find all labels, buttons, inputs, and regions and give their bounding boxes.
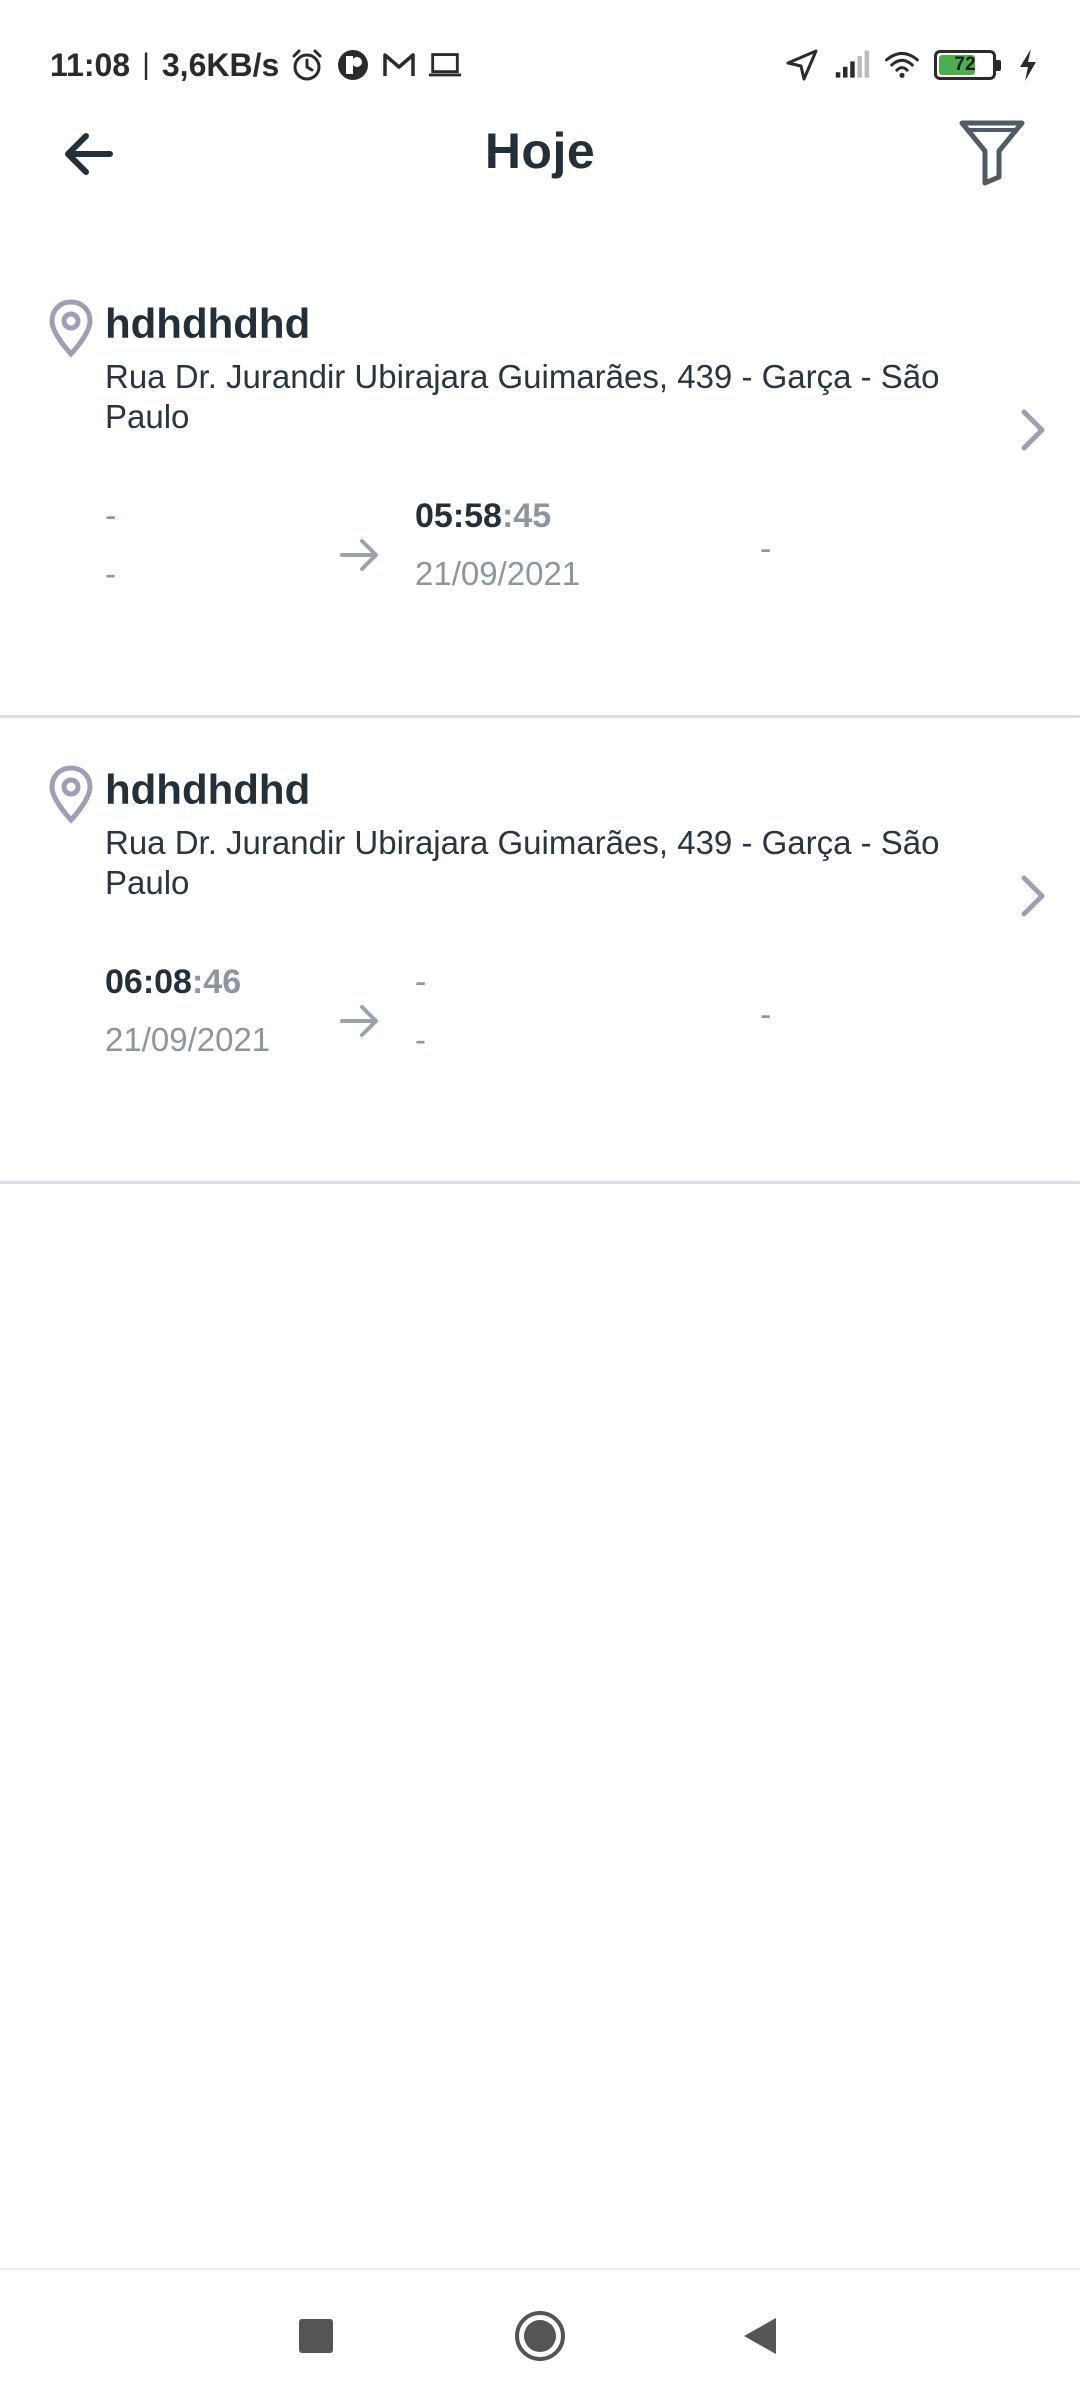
- end-date: 21/09/2021: [415, 555, 581, 592]
- home-circle-icon: [515, 2311, 565, 2361]
- app-notification-icon: [335, 47, 371, 83]
- filter-button[interactable]: [950, 110, 1034, 194]
- divider: [0, 1181, 1080, 1184]
- end-time: 05:58:45 21/09/2021: [415, 492, 635, 598]
- system-nav-bar: [0, 2268, 1080, 2402]
- start-time: - -: [105, 492, 325, 598]
- status-right: 72: [784, 42, 1046, 88]
- start-time-value: -: [105, 492, 325, 540]
- page-title: Hoje: [484, 123, 596, 179]
- recents-button[interactable]: [278, 2298, 354, 2374]
- signal-icon: [834, 47, 870, 83]
- nav-back-button[interactable]: [722, 2298, 798, 2374]
- end-date-value: -: [415, 1016, 635, 1064]
- chevron-right-icon: [1021, 409, 1045, 451]
- wifi-icon: [884, 47, 920, 83]
- record-card[interactable]: hdhdhdhd Rua Dr. Jurandir Ubirajara Guim…: [0, 252, 1080, 718]
- back-triangle-icon: [744, 2318, 776, 2354]
- status-time: 11:08: [50, 46, 131, 83]
- network-speed: 3,6KB/s: [161, 46, 280, 83]
- arrow-right-icon: [340, 1005, 378, 1037]
- start-time-sec: :46: [191, 963, 242, 1001]
- recents-square-icon: [299, 2319, 333, 2353]
- location-pin-icon: [49, 765, 93, 824]
- end-time-hm: 05:58: [415, 497, 502, 535]
- app-bar: Hoje: [0, 100, 1080, 200]
- alarm-icon: [289, 47, 325, 83]
- start-time-hm: 06:08: [105, 963, 192, 1001]
- gmail-icon: [381, 47, 417, 83]
- end-time-empty: -: [415, 963, 427, 1001]
- location-arrow-icon: [784, 47, 820, 83]
- end-time-value: -: [415, 958, 635, 1006]
- duration-value: -: [760, 996, 772, 1034]
- battery-tip: [996, 60, 1001, 71]
- arrow-right-icon: [340, 539, 378, 571]
- end-time-sec: :45: [501, 497, 552, 535]
- record-title: hdhdhdhd: [105, 300, 311, 347]
- start-time: 06:08:46 21/09/2021: [105, 958, 325, 1064]
- location-pin-icon: [49, 299, 93, 358]
- start-time-value: 06:08:46: [105, 958, 325, 1006]
- home-button[interactable]: [502, 2298, 578, 2374]
- start-date: 21/09/2021: [105, 1021, 271, 1058]
- charging-bolt-icon: [1010, 47, 1046, 83]
- end-time: - -: [415, 958, 635, 1064]
- start-time-empty: -: [105, 497, 117, 535]
- record-address: Rua Dr. Jurandir Ubirajara Guimarães, 43…: [105, 824, 940, 901]
- chevron-right-icon: [1021, 875, 1045, 917]
- battery-icon: 72: [934, 50, 1001, 80]
- record-card[interactable]: hdhdhdhd Rua Dr. Jurandir Ubirajara Guim…: [0, 718, 1080, 1184]
- start-date-empty: -: [105, 555, 116, 592]
- status-left: 11:08 | 3,6KB/s: [50, 40, 463, 90]
- record-title: hdhdhdhd: [105, 766, 311, 813]
- start-date-value: -: [105, 550, 325, 598]
- status-separator: |: [142, 48, 150, 81]
- end-date-empty: -: [415, 1021, 426, 1058]
- duration-value: -: [760, 530, 772, 568]
- filter-icon: [959, 120, 1025, 186]
- end-time-value: 05:58:45: [415, 492, 635, 540]
- battery-level: 72: [954, 54, 976, 75]
- record-address: Rua Dr. Jurandir Ubirajara Guimarães, 43…: [105, 358, 940, 435]
- laptop-icon: [427, 47, 463, 83]
